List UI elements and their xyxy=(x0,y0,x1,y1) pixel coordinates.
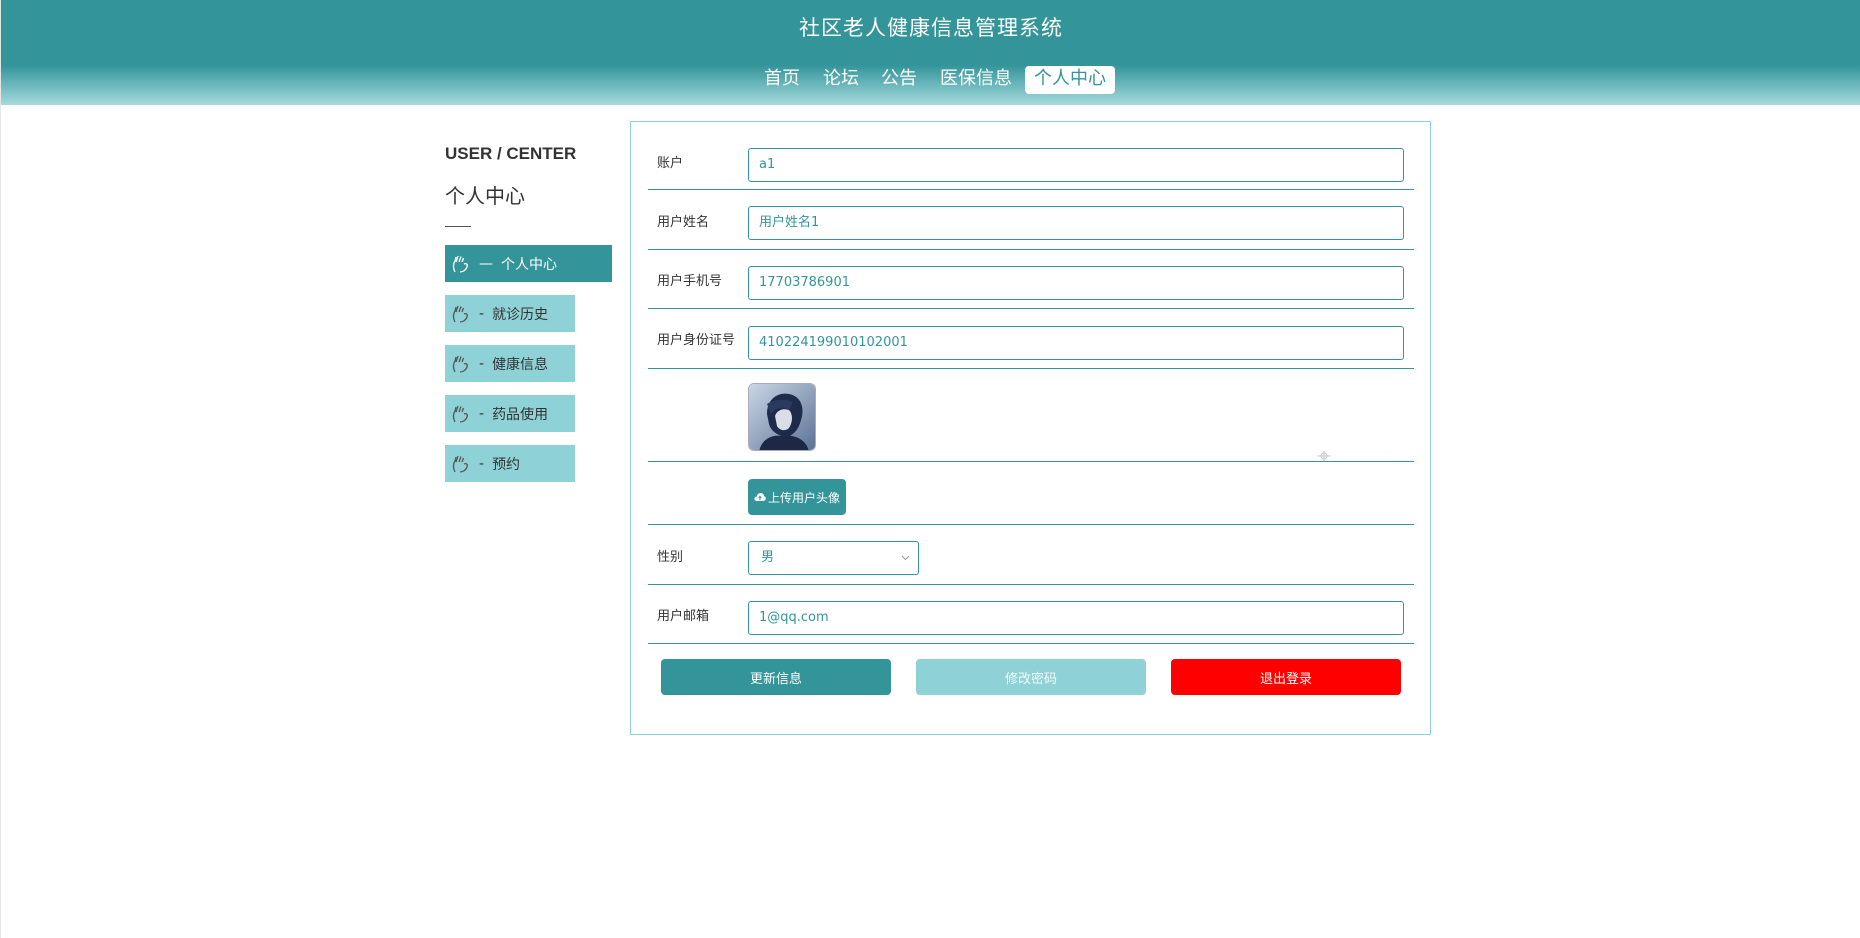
site-title: 社区老人健康信息管理系统 xyxy=(799,16,1063,40)
form-row-phone: 用户手机号 17703786901 xyxy=(648,250,1414,309)
gender-value: 男 xyxy=(761,550,775,565)
form-row-upload: 上传用户头像 xyxy=(648,462,1414,525)
sidebar-title-en: USER / CENTER xyxy=(445,144,577,163)
hand-icon xyxy=(451,404,471,424)
sidebar-item-label: 药品使用 xyxy=(492,406,549,423)
sidebar-item-label: 预约 xyxy=(492,456,521,473)
sidebar-item-health-info[interactable]: - 健康信息 xyxy=(445,345,575,382)
form-row-account: 账户 a1 xyxy=(648,122,1414,190)
nav-notice[interactable]: 公告 xyxy=(881,66,917,94)
hand-icon xyxy=(451,304,471,324)
page: 社区老人健康信息管理系统 首页 论坛 公告 医保信息 个人中心 USER / C… xyxy=(0,0,1860,938)
hand-icon xyxy=(451,354,471,374)
form-row-avatar xyxy=(648,369,1414,462)
main-nav: 首页 论坛 公告 医保信息 个人中心 xyxy=(1,66,1860,94)
chevron-down-icon xyxy=(901,555,910,561)
gender-label: 性别 xyxy=(657,550,684,565)
sidebar-item-label: 就诊历史 xyxy=(492,306,549,323)
name-label: 用户姓名 xyxy=(657,215,710,230)
form-row-name: 用户姓名 用户姓名1 xyxy=(648,190,1414,250)
account-input[interactable]: a1 xyxy=(748,148,1404,182)
upload-avatar-label: 上传用户头像 xyxy=(767,490,840,505)
name-input[interactable]: 用户姓名1 xyxy=(748,206,1404,240)
change-password-button[interactable]: 修改密码 xyxy=(916,659,1146,695)
sidebar-item-dash: — xyxy=(479,255,493,272)
nav-forum[interactable]: 论坛 xyxy=(823,66,859,94)
form-row-email: 用户邮箱 1@qq.com xyxy=(648,585,1414,644)
sidebar-item-visit-history[interactable]: - 就诊历史 xyxy=(445,295,575,332)
sidebar-item-user-center[interactable]: — 个人中心 xyxy=(445,245,612,282)
nav-insurance[interactable]: 医保信息 xyxy=(940,66,1012,94)
form-row-gender: 性别 男 xyxy=(648,525,1414,585)
sidebar-divider xyxy=(445,226,471,227)
hand-icon xyxy=(451,454,471,474)
id-card-input[interactable]: 410224199010102001 xyxy=(748,326,1404,360)
phone-label: 用户手机号 xyxy=(657,274,723,289)
account-label: 账户 xyxy=(657,156,684,171)
sidebar-item-dash: - xyxy=(479,455,485,472)
id-card-label: 用户身份证号 xyxy=(657,333,736,348)
logout-button[interactable]: 退出登录 xyxy=(1171,659,1401,695)
hand-icon xyxy=(451,254,471,274)
header: 社区老人健康信息管理系统 首页 论坛 公告 医保信息 个人中心 xyxy=(1,0,1860,105)
cloud-upload-icon xyxy=(754,493,766,501)
email-input[interactable]: 1@qq.com xyxy=(748,601,1404,635)
nav-user-center[interactable]: 个人中心 xyxy=(1025,66,1115,94)
phone-input[interactable]: 17703786901 xyxy=(748,266,1404,300)
form-row-id-card: 用户身份证号 410224199010102001 xyxy=(648,309,1414,369)
upload-avatar-button[interactable]: 上传用户头像 xyxy=(748,479,846,515)
sidebar-item-dash: - xyxy=(479,355,485,372)
sidebar-item-label: 个人中心 xyxy=(501,256,557,273)
sidebar-item-dash: - xyxy=(479,305,485,322)
crosshair-icon xyxy=(1317,451,1331,461)
nav-home[interactable]: 首页 xyxy=(764,66,800,94)
user-info-form: 账户 a1 用户姓名 用户姓名1 用户手机号 17703786901 用户身份证… xyxy=(630,121,1431,735)
sidebar-item-label: 健康信息 xyxy=(492,356,549,373)
avatar xyxy=(748,383,816,451)
sidebar-title-cn: 个人中心 xyxy=(445,184,525,208)
gender-select[interactable]: 男 xyxy=(748,541,919,575)
sidebar-item-dash: - xyxy=(479,405,485,422)
update-info-button[interactable]: 更新信息 xyxy=(661,659,891,695)
email-label: 用户邮箱 xyxy=(657,609,710,624)
sidebar-item-appointment[interactable]: - 预约 xyxy=(445,445,575,482)
sidebar-item-medication[interactable]: - 药品使用 xyxy=(445,395,575,432)
